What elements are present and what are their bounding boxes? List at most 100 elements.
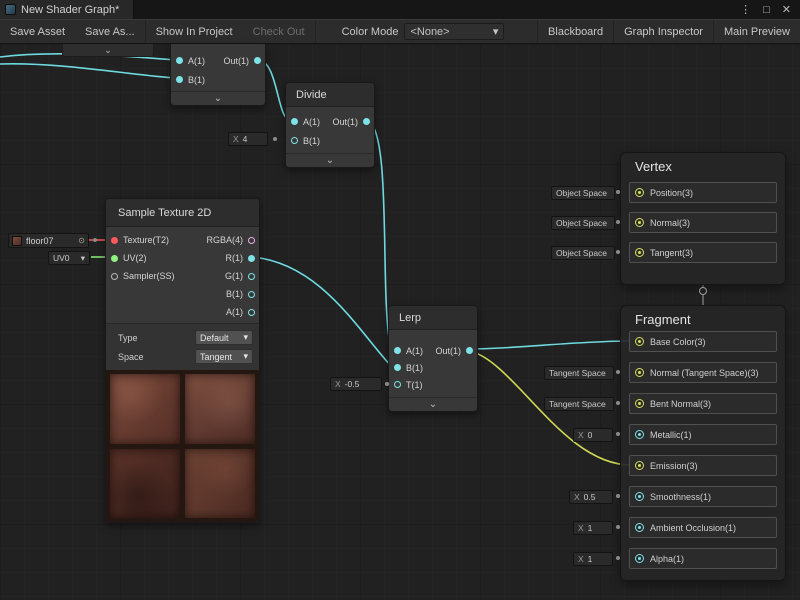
vertex-tangent-row[interactable]: Tangent(3) (629, 242, 777, 263)
vertex-context-block[interactable]: Vertex Position(3) Normal(3) Tangent(3) (620, 152, 786, 285)
texture-preview-tile (110, 449, 180, 519)
field-value: 4 (243, 134, 248, 144)
edge-lerp-to-base-color[interactable] (470, 341, 631, 349)
connector-dot (616, 494, 620, 498)
port-smoothness-icon[interactable] (635, 492, 644, 501)
fragment-bent-normal-row[interactable]: Bent Normal(3) (629, 393, 777, 414)
port-b-label: B(1) (303, 136, 320, 146)
collapse-preview-button[interactable]: ⌄ (286, 153, 374, 167)
normal-space-field[interactable]: Tangent Space (544, 366, 614, 380)
type-dropdown[interactable]: Default ▾ (195, 330, 253, 345)
port-out-icon[interactable] (363, 118, 370, 125)
texture-asset-field[interactable]: floor07 ⊙ (8, 233, 89, 248)
connector-dot (385, 382, 389, 386)
port-ambient-occlusion-icon[interactable] (635, 523, 644, 532)
port-out-icon[interactable] (254, 57, 261, 64)
normal-space-dropdown[interactable]: Object Space (551, 216, 615, 230)
edge-sample-r-to-lerp-b[interactable] (252, 257, 391, 366)
ambient-occlusion-value-field[interactable]: X 1 (573, 521, 613, 535)
fragment-metallic-row[interactable]: Metallic(1) (629, 424, 777, 445)
chevron-down-icon: ▾ (81, 253, 85, 264)
chevron-down-icon[interactable]: ⌄ (104, 46, 112, 55)
collapse-preview-button[interactable]: ⌄ (389, 397, 477, 411)
port-normal-icon[interactable] (635, 218, 644, 227)
port-t-icon[interactable] (394, 381, 401, 388)
lerp-t-value-field[interactable]: X -0.5 (330, 377, 382, 391)
fragment-emission-row[interactable]: Emission(3) (629, 455, 777, 476)
port-g-label: G(1) (225, 271, 243, 281)
port-g-icon[interactable] (248, 273, 255, 280)
graph-stage: ⌄ A(1) B(1) Out(1) ⌄ Divide (0, 0, 800, 600)
tangent-space-dropdown[interactable]: Object Space (551, 246, 615, 260)
vertex-position-row[interactable]: Position(3) (629, 182, 777, 203)
fragment-ambient-occlusion-row[interactable]: Ambient Occlusion(1) (629, 517, 777, 538)
field-value: 1 (588, 523, 593, 533)
multiply-node-partial[interactable]: A(1) B(1) Out(1) ⌄ (170, 44, 266, 106)
port-emission-icon[interactable] (635, 461, 644, 470)
port-metallic-icon[interactable] (635, 430, 644, 439)
emission-label: Emission(3) (650, 461, 698, 471)
port-b-icon[interactable] (394, 364, 401, 371)
connector-dot (616, 250, 620, 254)
smoothness-value-field[interactable]: X 0.5 (569, 490, 613, 504)
divide-node-title: Divide (286, 83, 374, 107)
alpha-value-field[interactable]: X 1 (573, 552, 613, 566)
type-option-row: Type Default ▾ (106, 328, 259, 347)
bent-normal-space-field[interactable]: Tangent Space (544, 397, 614, 411)
port-b-icon[interactable] (176, 76, 183, 83)
port-a-icon[interactable] (291, 118, 298, 125)
port-a-icon[interactable] (176, 57, 183, 64)
port-r-icon[interactable] (248, 255, 255, 262)
port-row: B(1) (206, 285, 255, 303)
port-sampler-icon[interactable] (111, 273, 118, 280)
vertex-normal-row[interactable]: Normal(3) (629, 212, 777, 233)
port-alpha-icon[interactable] (635, 554, 644, 563)
collapsed-node-partial[interactable]: ⌄ (62, 44, 154, 57)
divide-b-value-field[interactable]: X 4 (228, 132, 268, 146)
port-a-icon[interactable] (248, 309, 255, 316)
port-texture-icon[interactable] (111, 237, 118, 244)
connector-dot (616, 401, 620, 405)
port-b-label: B(1) (188, 75, 205, 85)
field-value: 0.5 (584, 492, 596, 502)
position-space-dropdown[interactable]: Object Space (551, 186, 615, 200)
fragment-block-title: Fragment (621, 306, 785, 331)
uv-channel-dropdown[interactable]: UV0 ▾ (48, 251, 90, 265)
fragment-base-color-row[interactable]: Base Color(3) (629, 331, 777, 352)
port-b-icon[interactable] (248, 291, 255, 298)
fragment-smoothness-row[interactable]: Smoothness(1) (629, 486, 777, 507)
port-uv-icon[interactable] (111, 255, 118, 262)
port-a-icon[interactable] (394, 347, 401, 354)
divide-node[interactable]: Divide A(1) B(1) Out(1) ⌄ (285, 82, 375, 168)
port-position-icon[interactable] (635, 188, 644, 197)
tangent-label: Tangent(3) (650, 248, 693, 258)
connector-dot (616, 556, 620, 560)
type-value: Default (200, 333, 229, 343)
object-picker-icon[interactable]: ⊙ (78, 237, 85, 245)
space-value: Tangent (200, 352, 232, 362)
space-value: Object Space (556, 218, 607, 228)
collapse-preview-button[interactable]: ⌄ (171, 91, 265, 105)
port-out-icon[interactable] (466, 347, 473, 354)
port-rgba-icon[interactable] (248, 237, 255, 244)
port-b-icon[interactable] (291, 137, 298, 144)
port-bent-normal-icon[interactable] (635, 399, 644, 408)
port-normal-ts-icon[interactable] (635, 368, 644, 377)
edge-input-b[interactable] (0, 64, 175, 78)
fragment-alpha-row[interactable]: Alpha(1) (629, 548, 777, 569)
lerp-node[interactable]: Lerp A(1) B(1) T(1) Out(1) ⌄ (388, 305, 478, 412)
port-row: Texture(T2) (111, 231, 175, 249)
field-value: -0.5 (345, 379, 360, 389)
texture-thumbnail (12, 236, 22, 246)
fragment-normal-row[interactable]: Normal (Tangent Space)(3) (629, 362, 777, 383)
port-tangent-icon[interactable] (635, 248, 644, 257)
space-value: Object Space (556, 248, 607, 258)
node-options-section: Type Default ▾ Space Tangent ▾ (106, 323, 259, 370)
normal-label: Normal(3) (650, 218, 690, 228)
port-base-color-icon[interactable] (635, 337, 644, 346)
connector-dot (616, 190, 620, 194)
fragment-context-block[interactable]: Fragment Base Color(3) Normal (Tangent S… (620, 305, 786, 581)
sample-texture-2d-node[interactable]: Sample Texture 2D Texture(T2) UV(2) Samp… (105, 198, 260, 523)
metallic-value-field[interactable]: X 0 (573, 428, 613, 442)
space-dropdown[interactable]: Tangent ▾ (195, 349, 253, 364)
